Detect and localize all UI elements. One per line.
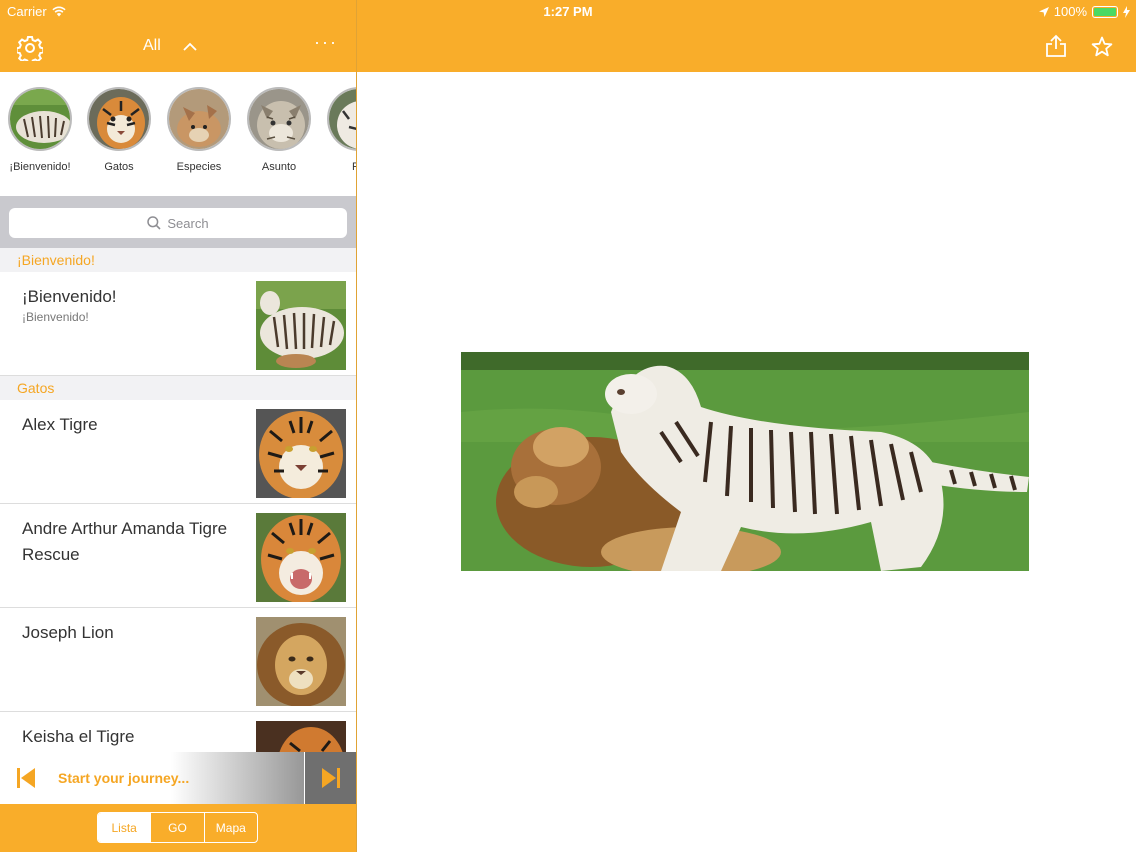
category-image <box>247 87 311 151</box>
category-label: Gatos <box>104 161 134 173</box>
status-bar: Carrier 1:27 PM 100% <box>0 0 1136 24</box>
list-item-title: Alex Tigre <box>22 415 98 434</box>
detail-image <box>461 352 1029 571</box>
section-header-bienvenido: ¡Bienvenido! <box>0 248 356 272</box>
gear-icon <box>15 36 45 65</box>
filter-dropdown[interactable]: All <box>143 37 197 55</box>
skip-back-icon <box>17 768 35 788</box>
status-time: 1:27 PM <box>543 4 593 19</box>
section-header-gatos: Gatos <box>0 376 356 400</box>
chevron-up-icon <box>183 42 197 51</box>
settings-button[interactable] <box>15 35 45 66</box>
category-especies[interactable]: Especies <box>159 87 239 173</box>
list-item-thumbnail <box>256 281 346 370</box>
battery-percent: 100% <box>1053 4 1087 19</box>
list-item[interactable]: Keisha el Tigre <box>0 712 356 752</box>
category-image <box>167 87 231 151</box>
next-button[interactable] <box>304 752 356 804</box>
search-icon <box>147 216 161 230</box>
search-bar: Search <box>0 196 356 248</box>
list-item[interactable]: Alex Tigre <box>0 400 356 504</box>
category-bienvenido[interactable]: ¡Bienvenido! <box>0 87 80 173</box>
list-item-title: ¡Bienvenido! <box>22 287 117 306</box>
list-item[interactable]: Andre Arthur Amanda Tigre Rescue <box>0 504 356 608</box>
list-item-title: Andre Arthur Amanda Tigre Rescue <box>22 519 228 564</box>
view-mode-segmented-control: Lista GO Mapa <box>97 812 258 843</box>
share-button[interactable] <box>1045 34 1067 63</box>
bottom-toolbar: Lista GO Mapa <box>0 804 356 852</box>
category-label: Especies <box>176 161 222 173</box>
tab-lista[interactable]: Lista <box>98 813 151 842</box>
charging-bolt-icon <box>1123 5 1130 18</box>
list-item-thumbnail <box>256 513 346 602</box>
list-item-subtitle: ¡Bienvenido! <box>22 310 89 324</box>
list-item-thumbnail <box>256 617 346 706</box>
content-list[interactable]: ¡Bienvenido! ¡Bienvenido! ¡Bienvenido! G… <box>0 248 356 752</box>
list-item-thumbnail <box>256 721 346 752</box>
category-carousel[interactable]: ¡Bienvenido! Gatos Especies Asunto Re <box>0 72 356 196</box>
tab-go[interactable]: GO <box>150 813 203 842</box>
status-right: 100% <box>1038 4 1130 19</box>
category-label: Re <box>351 161 356 173</box>
category-image <box>8 87 72 151</box>
search-placeholder: Search <box>167 215 209 231</box>
category-image <box>327 87 356 151</box>
category-label: ¡Bienvenido! <box>9 161 71 173</box>
favorite-button[interactable] <box>1091 36 1113 62</box>
list-item-title: Keisha el Tigre <box>22 727 135 746</box>
filter-label: All <box>143 37 161 54</box>
detail-navbar <box>357 24 1136 72</box>
skip-forward-icon <box>321 768 340 788</box>
location-arrow-icon <box>1038 6 1049 17</box>
category-gatos[interactable]: Gatos <box>79 87 159 173</box>
search-input[interactable]: Search <box>9 208 347 238</box>
battery-icon <box>1092 5 1118 18</box>
sidebar-navbar: All ··· <box>0 24 356 72</box>
category-re[interactable]: Re <box>319 87 356 173</box>
category-image <box>87 87 151 151</box>
split-divider <box>356 0 357 852</box>
category-label: Asunto <box>261 161 297 173</box>
list-item-thumbnail <box>256 409 346 498</box>
star-icon <box>1091 36 1113 57</box>
journey-bar: Start your journey... <box>0 752 356 804</box>
previous-button[interactable] <box>15 767 37 794</box>
list-item-title: Joseph Lion <box>22 623 114 642</box>
journey-prompt: Start your journey... <box>58 770 190 786</box>
category-asunto[interactable]: Asunto <box>239 87 319 173</box>
more-options-button[interactable]: ··· <box>314 32 338 53</box>
list-item[interactable]: ¡Bienvenido! ¡Bienvenido! <box>0 272 356 376</box>
tab-mapa[interactable]: Mapa <box>203 813 257 842</box>
share-icon <box>1046 34 1066 57</box>
list-item[interactable]: Joseph Lion <box>0 608 356 712</box>
